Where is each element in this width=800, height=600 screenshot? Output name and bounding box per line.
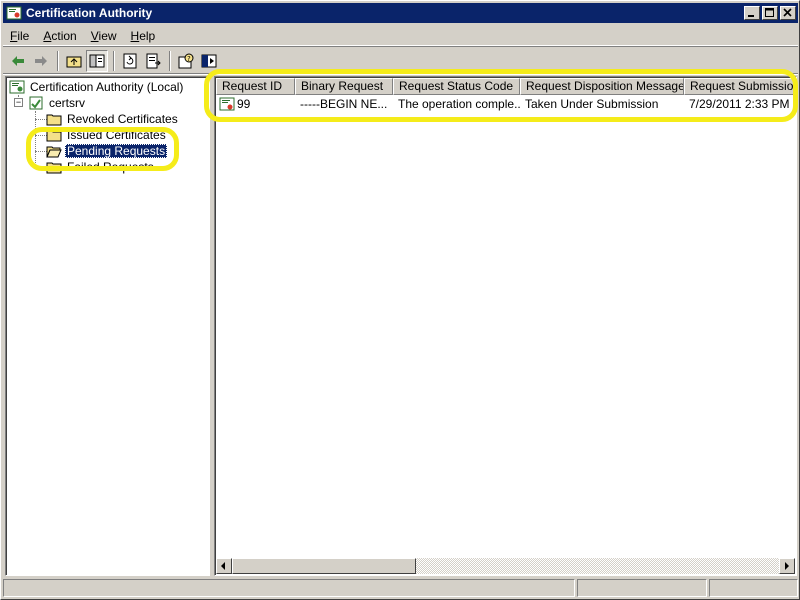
tree-node-server[interactable]: certsrv [28, 95, 87, 111]
request-id-cell: 99 [216, 96, 295, 112]
menu-file-label: ile [17, 28, 30, 43]
window-title: Certification Authority [26, 6, 153, 20]
table-row[interactable]: 99 -----BEGIN NE... The operation comple… [216, 96, 796, 112]
status-panel-secondary [577, 579, 707, 597]
forward-button[interactable] [30, 50, 52, 72]
horizontal-scrollbar[interactable] [216, 558, 795, 574]
back-button[interactable] [7, 50, 29, 72]
certificate-request-icon [219, 97, 235, 111]
request-id-value: 99 [237, 97, 251, 111]
status-bar [3, 579, 798, 598]
maximize-button[interactable] [762, 6, 778, 20]
collapse-expander[interactable]: − [14, 98, 23, 107]
binary-request-cell: -----BEGIN NE... [300, 97, 388, 111]
refresh-icon [123, 53, 137, 68]
menu-help[interactable]: Help [124, 27, 163, 45]
tree-root-label: Certification Authority (Local) [30, 80, 184, 94]
menu-view-accelerator: V [90, 28, 99, 43]
minimize-button[interactable] [744, 6, 760, 20]
open-folder-icon [46, 146, 62, 158]
tree-folder-label: Issued Certificates [67, 128, 166, 142]
tree-node-pending[interactable]: Pending Requests [46, 143, 168, 159]
column-header-disposition-message[interactable]: Request Disposition Message [520, 78, 684, 95]
folder-icon [46, 162, 62, 174]
minimize-icon [748, 15, 754, 17]
folder-icon [46, 130, 62, 142]
forward-icon [35, 55, 47, 66]
export-list-button[interactable] [142, 50, 164, 72]
tree-server-label: certsrv [49, 96, 85, 110]
scroll-right-button[interactable] [779, 558, 795, 574]
toolbar: ? [3, 48, 798, 74]
show-hide-console-tree-button[interactable] [86, 49, 108, 72]
tree-folder-label: Pending Requests [65, 144, 168, 158]
refresh-button[interactable] [119, 50, 141, 72]
status-code-cell: The operation comple... [398, 97, 520, 111]
help-button[interactable]: ? [175, 50, 197, 72]
results-list[interactable]: Request ID Binary Request Request Status… [214, 76, 797, 576]
maximize-icon [765, 8, 774, 17]
close-icon [783, 8, 792, 17]
scrollbar-track[interactable] [232, 558, 779, 574]
properties-icon [201, 54, 217, 67]
menu-bar: File Action View Help [3, 26, 798, 46]
tree-node-failed[interactable]: Failed Requests [46, 159, 156, 175]
toolbar-separator [57, 50, 59, 71]
arrow-left-icon [221, 562, 225, 570]
column-header-binary-request[interactable]: Binary Request [295, 78, 393, 95]
tree-node-root[interactable]: Certification Authority (Local) [9, 79, 185, 95]
scroll-left-button[interactable] [216, 558, 232, 574]
status-panel-tertiary [709, 579, 798, 597]
column-header-request-id[interactable]: Request ID [216, 78, 295, 95]
toolbar-separator [113, 50, 115, 71]
status-panel-main [3, 579, 575, 597]
up-folder-icon [66, 56, 82, 67]
list-header: Request ID Binary Request Request Status… [216, 78, 796, 95]
folder-icon [46, 114, 62, 126]
disposition-message-cell: Taken Under Submission [525, 97, 659, 111]
arrow-right-icon [785, 562, 789, 570]
column-header-status-code[interactable]: Request Status Code [393, 78, 520, 95]
toolbar-separator [169, 50, 171, 71]
tree-folder-label: Revoked Certificates [67, 112, 178, 126]
menu-action-label: ction [51, 28, 77, 43]
title-bar[interactable]: Certification Authority [3, 3, 798, 23]
show-hide-tree-icon [89, 54, 105, 67]
tree-node-issued[interactable]: Issued Certificates [46, 127, 168, 143]
menu-help-label: elp [139, 28, 156, 43]
mmc-window: Certification Authority File Action View… [0, 0, 800, 600]
tree-folder-label: Failed Requests [67, 160, 154, 174]
properties-button[interactable] [198, 50, 220, 72]
back-icon [12, 55, 24, 66]
menu-view[interactable]: View [84, 27, 124, 45]
certificate-authority-icon [9, 80, 25, 94]
submission-date-cell: 7/29/2011 2:33 PM [689, 97, 790, 111]
export-list-icon [146, 53, 161, 68]
certificate-authority-icon [6, 6, 22, 20]
console-tree[interactable]: Certification Authority (Local) − certsr… [5, 76, 210, 576]
close-button[interactable] [780, 6, 796, 20]
menu-action[interactable]: Action [36, 27, 83, 45]
menu-help-accelerator: H [130, 28, 140, 43]
ca-server-icon [29, 96, 43, 110]
scrollbar-thumb[interactable] [232, 558, 416, 574]
menu-file[interactable]: File [3, 27, 36, 45]
up-one-level-button[interactable] [63, 50, 85, 72]
tree-node-revoked[interactable]: Revoked Certificates [46, 111, 180, 127]
column-header-submission-date[interactable]: Request Submission Date [684, 78, 796, 95]
menu-view-label: iew [98, 28, 117, 43]
help-icon: ? [178, 53, 194, 68]
svg-text:?: ? [187, 55, 191, 63]
